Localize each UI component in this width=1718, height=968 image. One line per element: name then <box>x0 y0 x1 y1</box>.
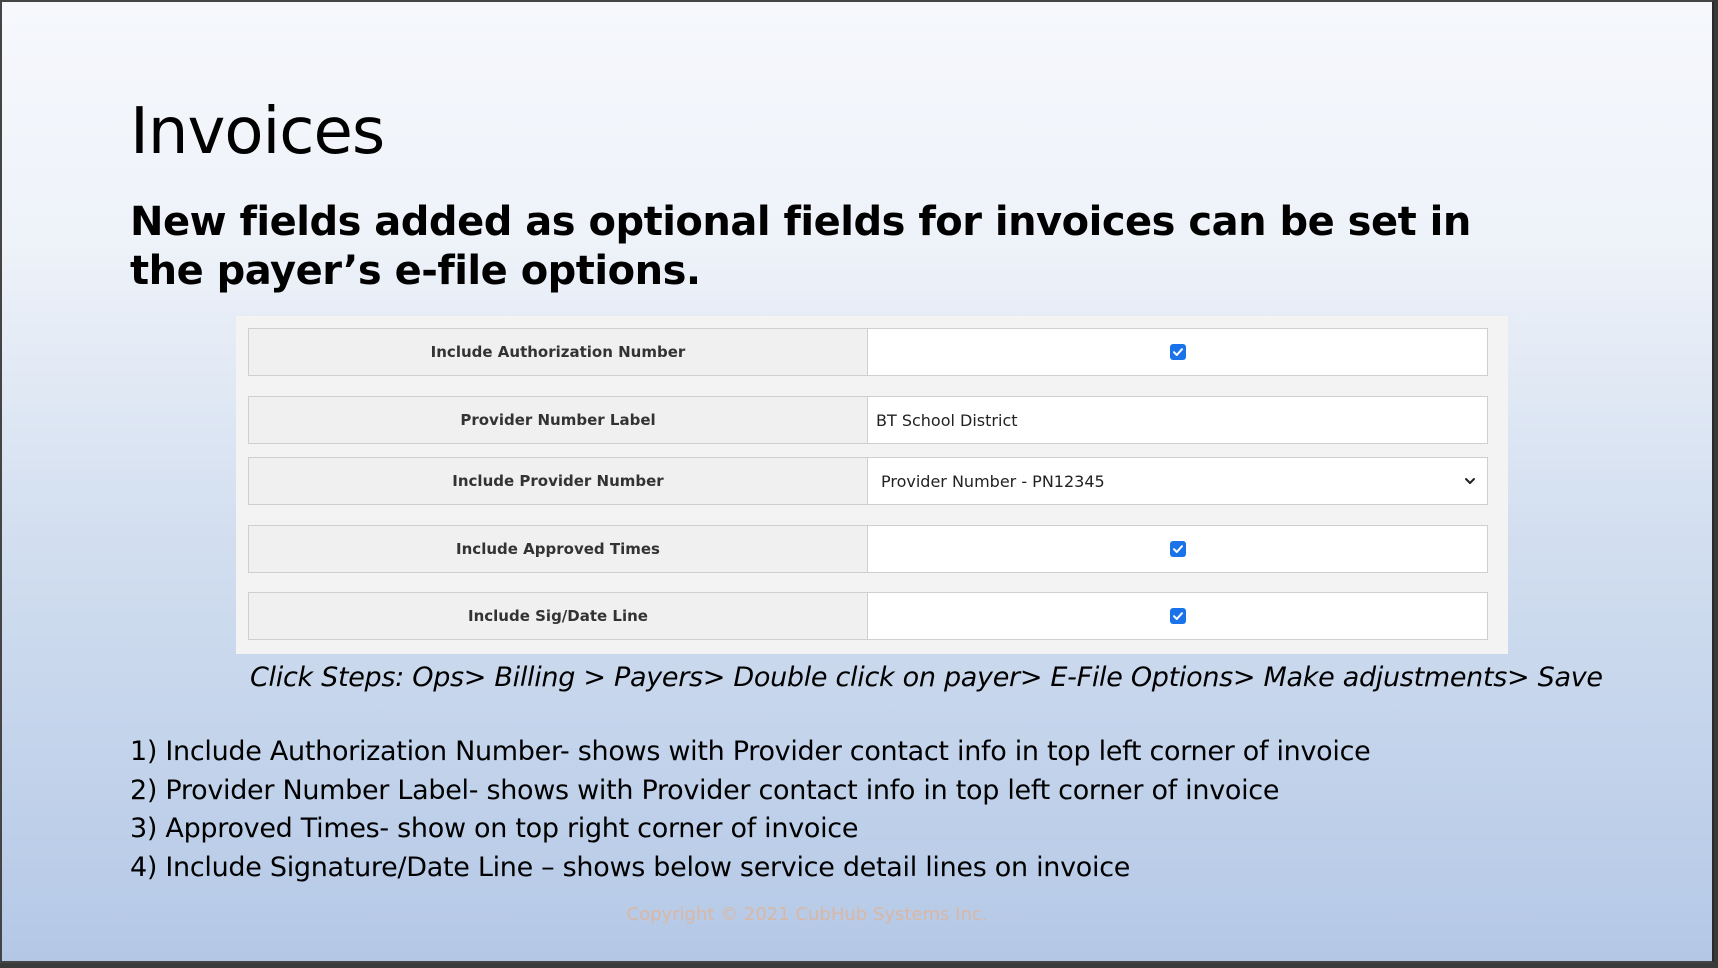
form-label: Include Sig/Date Line <box>248 592 868 640</box>
form-row-provider-number-label: Provider Number Label BT School District <box>248 396 1488 444</box>
note-item: 1) Include Authorization Number- shows w… <box>130 736 1371 767</box>
form-label: Include Approved Times <box>248 525 868 573</box>
form-row-include-sig-date-line: Include Sig/Date Line <box>248 592 1488 640</box>
form-row-include-approved-times: Include Approved Times <box>248 525 1488 573</box>
copyright-footer: Copyright © 2021 CubHub Systems Inc. <box>626 904 988 925</box>
include-sig-date-line-checkbox[interactable] <box>1169 608 1186 624</box>
notes-list: 1) Include Authorization Number- shows w… <box>130 733 1371 887</box>
note-item: 3) Approved Times- show on top right cor… <box>130 813 859 844</box>
form-value-cell <box>868 525 1488 573</box>
include-authorization-number-checkbox[interactable] <box>1169 344 1186 360</box>
include-provider-number-select[interactable]: Provider Number - PN12345 <box>868 457 1488 505</box>
slide-title: Invoices <box>130 95 385 169</box>
note-item: 4) Include Signature/Date Line – shows b… <box>130 851 1131 883</box>
checkmark-icon <box>1172 612 1183 620</box>
efile-options-form: Include Authorization Number Provider Nu… <box>236 316 1508 654</box>
chevron-down-icon <box>1465 478 1475 484</box>
form-label: Include Provider Number <box>248 457 868 505</box>
select-selected-value: Provider Number - PN12345 <box>881 471 1105 491</box>
form-label: Include Authorization Number <box>248 328 868 376</box>
checkmark-icon <box>1172 348 1183 356</box>
form-row-include-provider-number: Include Provider Number Provider Number … <box>248 457 1488 505</box>
slide: Invoices New fields added as optional fi… <box>0 0 1714 963</box>
slide-subtitle: New fields added as optional fields for … <box>130 199 1471 294</box>
click-steps-caption: Click Steps: Ops> Billing > Payers> Doub… <box>250 662 1603 693</box>
form-row-include-authorization-number: Include Authorization Number <box>248 328 1488 376</box>
checkmark-icon <box>1172 545 1183 553</box>
include-approved-times-checkbox[interactable] <box>1169 541 1186 557</box>
provider-number-label-input[interactable]: BT School District <box>868 396 1488 444</box>
form-value-cell <box>868 592 1488 640</box>
provider-number-label-value: BT School District <box>876 410 1018 430</box>
form-value-cell <box>868 328 1488 376</box>
form-label: Provider Number Label <box>248 396 868 444</box>
note-item: 2) Provider Number Label- shows with Pro… <box>130 774 1280 806</box>
